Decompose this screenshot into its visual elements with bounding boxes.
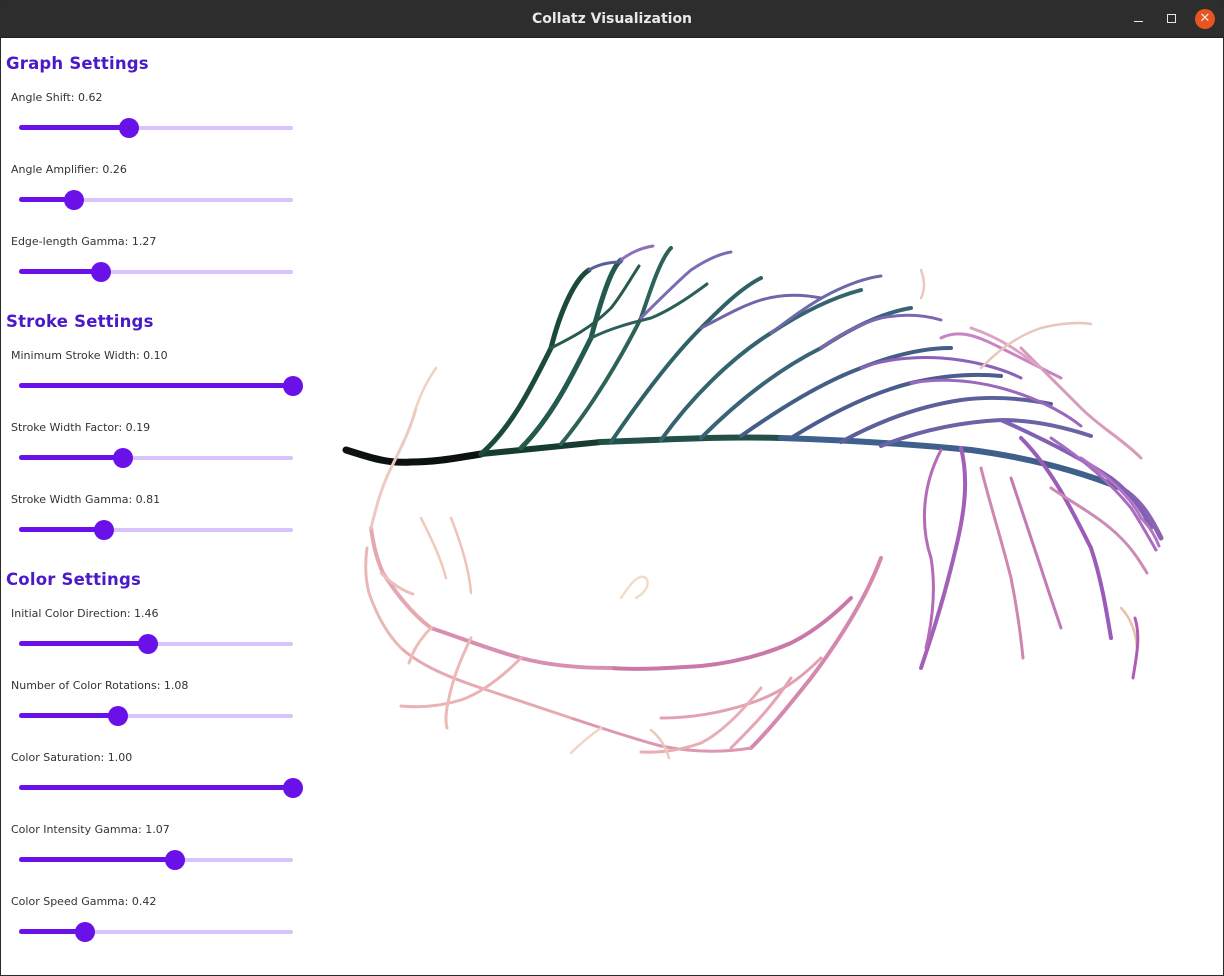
app-client-area: Graph Settings Angle Shift: 0.62 Angle A…: [1, 38, 1223, 975]
slider-fill: [19, 713, 118, 718]
slider-thumb[interactable]: [165, 850, 185, 870]
section-title-color-settings: Color Settings: [6, 570, 142, 589]
trunk-stroke: [342, 446, 485, 466]
branch-stroke: [419, 516, 448, 580]
branch-stroke: [699, 306, 913, 440]
stroke-width-gamma-label: Stroke Width Gamma: 0.81: [11, 493, 161, 506]
branch-stroke: [739, 346, 953, 438]
branch-stroke: [559, 246, 673, 446]
branch-stroke: [639, 686, 763, 754]
color-intensity-gamma-label: Color Intensity Gamma: 1.07: [11, 823, 170, 836]
branch-stroke: [609, 596, 853, 671]
branch-stroke: [414, 366, 438, 410]
settings-panel: Graph Settings Angle Shift: 0.62 Angle A…: [1, 38, 321, 975]
trunk-stroke: [778, 435, 1124, 491]
slider-fill: [19, 857, 175, 862]
slider-thumb[interactable]: [283, 778, 303, 798]
slider-thumb[interactable]: [138, 634, 158, 654]
close-icon: ✕: [1199, 11, 1211, 26]
trunk-stroke: [598, 434, 784, 445]
slider-thumb[interactable]: [64, 190, 84, 210]
branch-stroke: [569, 726, 603, 755]
slider-thumb[interactable]: [108, 706, 128, 726]
angle-shift-label: Angle Shift: 0.62: [11, 91, 103, 104]
section-title-graph-settings: Graph Settings: [6, 54, 149, 73]
branch-stroke: [1009, 476, 1063, 630]
branch-stroke: [1119, 606, 1139, 650]
trunk-stroke: [478, 439, 604, 457]
number-of-color-rotations-slider[interactable]: [19, 704, 293, 728]
branch-stroke: [364, 546, 403, 650]
slider-thumb[interactable]: [94, 520, 114, 540]
branch-stroke: [819, 313, 943, 350]
branch-stroke: [619, 244, 655, 262]
branch-stroke: [919, 268, 926, 300]
color-saturation-label: Color Saturation: 1.00: [11, 751, 133, 764]
initial-color-direction-label: Initial Color Direction: 1.46: [11, 607, 159, 620]
slider-thumb[interactable]: [283, 376, 303, 396]
slider-fill: [19, 125, 129, 130]
stroke-width-factor-slider[interactable]: [19, 446, 293, 470]
slider-fill: [19, 455, 123, 460]
close-button[interactable]: ✕: [1195, 9, 1215, 29]
maximize-button[interactable]: [1161, 9, 1181, 29]
initial-color-direction-slider[interactable]: [19, 632, 293, 656]
minimum-stroke-width-label: Minimum Stroke Width: 0.10: [11, 349, 168, 362]
branch-stroke: [407, 626, 433, 665]
edge-length-gamma-slider[interactable]: [19, 260, 293, 284]
slider-fill: [19, 527, 104, 532]
section-title-stroke-settings: Stroke Settings: [6, 312, 154, 331]
branch-stroke: [609, 276, 763, 444]
collatz-tree-strokes: [342, 244, 1164, 760]
color-intensity-gamma-slider[interactable]: [19, 848, 293, 872]
angle-amplifier-label: Angle Amplifier: 0.26: [11, 163, 127, 176]
stroke-width-factor-label: Stroke Width Factor: 0.19: [11, 421, 151, 434]
branch-stroke: [369, 406, 418, 530]
minimize-button[interactable]: [1128, 9, 1148, 29]
minimum-stroke-width-slider[interactable]: [19, 374, 303, 398]
branch-stroke: [369, 526, 433, 630]
collatz-graph: [342, 244, 1164, 760]
slider-fill: [19, 269, 101, 274]
color-saturation-slider[interactable]: [19, 776, 303, 800]
visualization-canvas[interactable]: [321, 38, 1223, 975]
slider-thumb[interactable]: [119, 118, 139, 138]
slider-thumb[interactable]: [75, 922, 95, 942]
minimize-icon: [1133, 21, 1143, 22]
number-of-color-rotations-label: Number of Color Rotations: 1.08: [11, 679, 189, 692]
branch-stroke: [619, 575, 649, 600]
stroke-width-gamma-slider[interactable]: [19, 518, 293, 542]
maximize-icon: [1166, 14, 1176, 23]
slider-thumb[interactable]: [91, 262, 111, 282]
color-speed-gamma-label: Color Speed Gamma: 0.42: [11, 895, 157, 908]
title-bar: Collatz Visualization ✕: [0, 0, 1224, 38]
slider-thumb[interactable]: [113, 448, 133, 468]
branch-stroke: [659, 288, 863, 442]
color-speed-gamma-slider[interactable]: [19, 920, 293, 944]
branch-stroke: [1049, 436, 1158, 552]
angle-shift-slider[interactable]: [19, 116, 293, 140]
branch-stroke: [569, 716, 753, 753]
slider-fill: [19, 383, 293, 388]
edge-length-gamma-label: Edge-length Gamma: 1.27: [11, 235, 157, 248]
branch-stroke: [429, 626, 613, 670]
window-title: Collatz Visualization: [531, 11, 693, 27]
slider-fill: [19, 641, 148, 646]
branch-stroke: [449, 516, 473, 595]
slider-fill: [19, 785, 293, 790]
branch-stroke: [969, 326, 1043, 370]
angle-amplifier-slider[interactable]: [19, 188, 293, 212]
